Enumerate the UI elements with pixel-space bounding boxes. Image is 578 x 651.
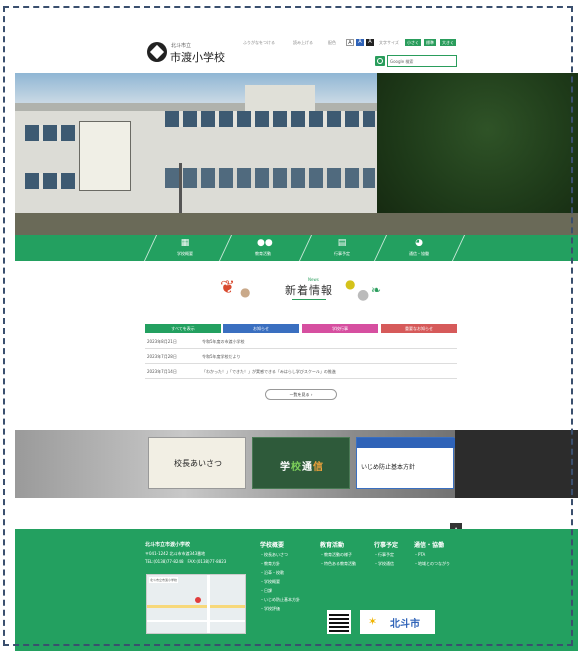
footer-link[interactable]: ・日課 — [260, 588, 272, 594]
footer-address: 〒041-1242 北斗市市渡343番地 — [145, 551, 206, 556]
nav-education[interactable]: ●● 教育活動 — [233, 236, 293, 260]
footer-link[interactable]: ・校長あいさつ — [260, 552, 288, 558]
chat-icon: ◕ — [415, 238, 423, 248]
footer-link[interactable]: ・教育方針 — [260, 561, 280, 567]
school-sub-label: 北斗市立 — [171, 43, 192, 49]
furigana-link[interactable]: ふりがなをつける — [243, 40, 275, 46]
map-pin-icon — [195, 597, 201, 603]
tab-all[interactable]: すべてを表示 — [145, 324, 221, 333]
font-small-button[interactable]: 小さく — [405, 39, 421, 46]
color-blue-button[interactable]: A — [356, 39, 364, 46]
search-input[interactable]: Google 検索 — [387, 55, 457, 67]
font-large-button[interactable]: 大きく — [440, 39, 456, 46]
footer-link[interactable]: ・学校評価 — [260, 606, 280, 612]
garlic-illustration-icon: ● — [357, 287, 370, 303]
people-icon: ●● — [257, 238, 273, 248]
lemon-illustration-icon: ● — [345, 277, 356, 291]
font-normal-button[interactable]: 標準 — [424, 39, 436, 46]
school-name[interactable]: 市渡小学校 — [170, 49, 225, 65]
footer-col-head[interactable]: 学校概要 — [260, 540, 284, 549]
hokuto-city-banner[interactable]: ✶ 北斗市 — [360, 610, 435, 634]
principal-greeting-banner[interactable]: 校長あいさつ — [148, 437, 246, 489]
vegetable-illustration-icon: ❦ — [220, 277, 236, 298]
footer-link[interactable]: ・学校通信 — [374, 561, 394, 567]
tab-notices[interactable]: お知らせ — [223, 324, 299, 333]
nav-communication[interactable]: ◕ 通信・協働 — [389, 236, 449, 260]
tab-school-events[interactable]: 学校行事 — [302, 324, 378, 333]
news-title-underline — [292, 299, 326, 300]
embedded-map[interactable]: 北斗市立市渡小学校 — [146, 574, 246, 634]
footer-link[interactable]: ・行事予定 — [374, 552, 394, 558]
footer-school-name: 北斗市立市渡小学校 — [145, 542, 191, 548]
onion-illustration-icon: ● — [240, 285, 251, 299]
school-newsletter-banner[interactable]: 学校通信 — [252, 437, 350, 489]
footer-col-head[interactable]: 行事予定 — [374, 540, 398, 549]
news-item[interactable]: 2023年7月14日 「わかった！」「できた！」が実感できる「みはらし学びスクー… — [145, 365, 457, 379]
anti-bullying-policy-banner[interactable]: いじめ防止基本方針 — [356, 437, 455, 489]
footer-col-head[interactable]: 教育活動 — [320, 540, 344, 549]
tab-important[interactable]: 重要なお知らせ — [381, 324, 457, 333]
search-icon[interactable] — [375, 56, 385, 66]
footer-link[interactable]: ・沿革・校歌 — [260, 570, 284, 576]
footer-link[interactable]: ・特色ある教育活動 — [320, 561, 356, 567]
footer-phone: TEL:(0138)77-8248 FAX:(0138)77-8823 — [145, 559, 227, 564]
school-emblem-icon[interactable] — [147, 42, 167, 62]
hokuto-city-logo-icon: ✶ — [368, 615, 378, 628]
site-footer — [15, 529, 578, 651]
hero-school-photo — [15, 73, 578, 235]
news-more-button[interactable]: 一覧を見る › — [265, 389, 337, 400]
footer-link[interactable]: ・PTA — [414, 552, 425, 558]
footer-col-head[interactable]: 通信・協働 — [414, 540, 444, 549]
leaf-illustration-icon: ❧ — [371, 283, 382, 297]
page-viewport: 北斗市立 市渡小学校 ふりがなをつける 読み上げる 配色 A A A 文字サイズ… — [15, 37, 578, 651]
color-scheme-label: 配色 — [328, 40, 336, 45]
nav-school-overview[interactable]: ▦ 学校概要 — [155, 236, 215, 260]
nav-events[interactable]: ▤ 行事予定 — [312, 236, 372, 260]
color-black-button[interactable]: A — [366, 39, 374, 46]
footer-link[interactable]: ・いじめ防止基本方針 — [260, 597, 300, 603]
footer-link[interactable]: ・学校概要 — [260, 579, 280, 585]
footer-link[interactable]: ・教育活動の様子 — [320, 552, 352, 558]
read-aloud-link[interactable]: 読み上げる — [293, 40, 313, 46]
site-header: 北斗市立 市渡小学校 ふりがなをつける 読み上げる 配色 A A A 文字サイズ… — [15, 37, 578, 73]
news-title: 新着情報 — [285, 284, 333, 297]
building-icon: ▦ — [180, 238, 190, 248]
news-item[interactable]: 2023年7月28日 令和5年度学校だより — [145, 350, 457, 364]
calendar-icon: ▤ — [337, 238, 347, 248]
font-size-label: 文字サイズ — [379, 40, 399, 45]
news-item[interactable]: 2023年8月21日 令和5年度の市渡小学校 — [145, 335, 457, 349]
footer-link[interactable]: ・地域とのつながり — [414, 561, 450, 567]
main-nav: ▦ 学校概要 ●● 教育活動 ▤ 行事予定 ◕ 通信・協働 — [15, 235, 578, 261]
qr-code — [327, 610, 351, 634]
color-default-button[interactable]: A — [346, 39, 354, 46]
